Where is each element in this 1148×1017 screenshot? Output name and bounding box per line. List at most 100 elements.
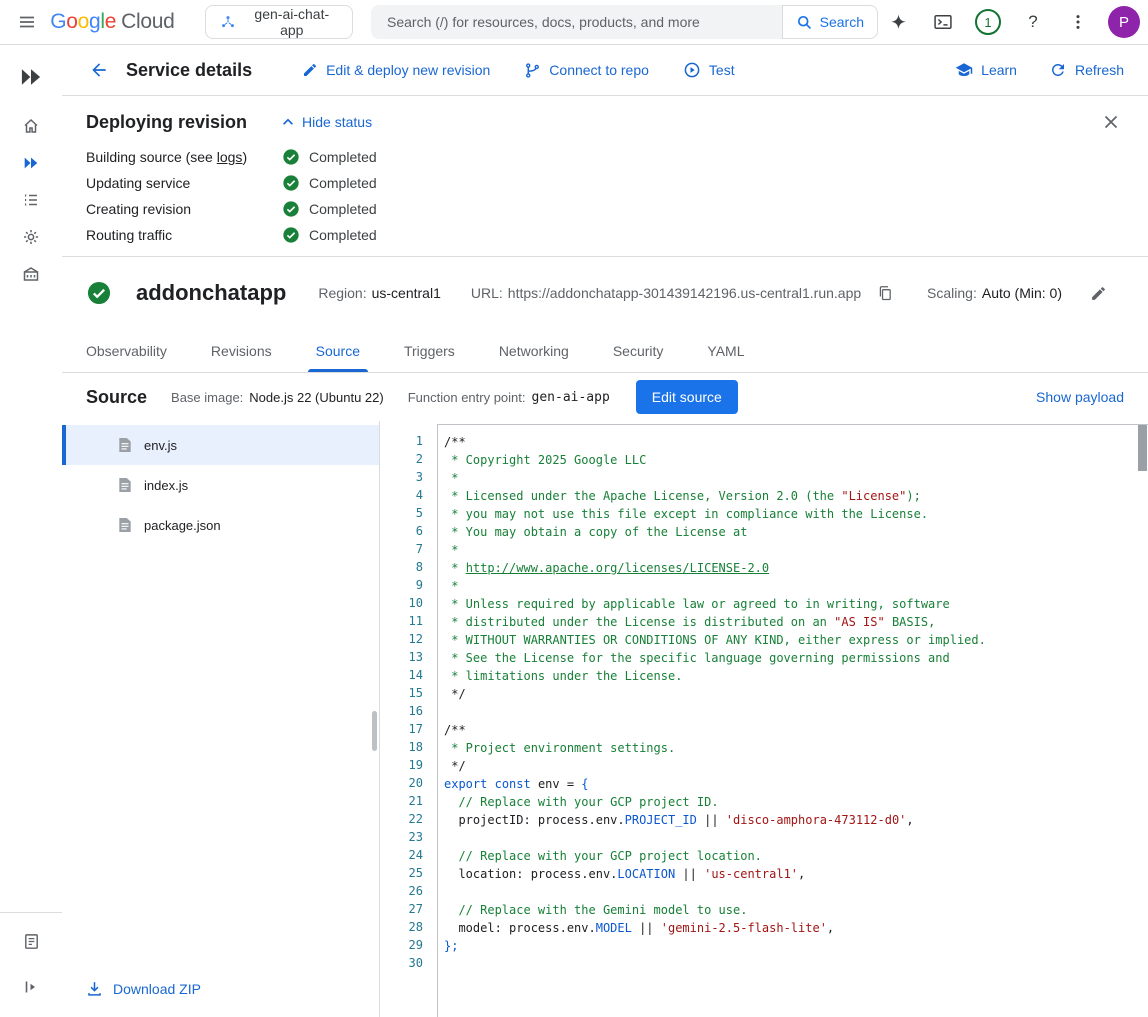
show-payload-link[interactable]: Show payload	[1036, 389, 1124, 405]
file-name: index.js	[144, 478, 188, 493]
edit-source-button[interactable]: Edit source	[636, 380, 738, 414]
google-logo-wordmark: Google	[50, 10, 116, 34]
action-label: Learn	[981, 62, 1017, 78]
cloud-run-logo-icon	[18, 55, 44, 99]
close-panel-button[interactable]	[1098, 109, 1124, 135]
code-line: *	[444, 469, 1148, 487]
tab-triggers[interactable]: Triggers	[396, 329, 463, 372]
edit-scaling-button[interactable]	[1084, 279, 1112, 307]
file-env.js[interactable]: env.js	[62, 425, 379, 465]
code-line: * See the License for the specific langu…	[444, 649, 1148, 667]
project-selector[interactable]: gen-ai-chat-app	[205, 5, 353, 39]
topbar-right: 1 ? P	[878, 2, 1140, 42]
action-label: Edit & deploy new revision	[326, 62, 490, 78]
project-icon	[220, 14, 236, 30]
google-cloud-logo[interactable]: Google Cloud	[50, 10, 174, 34]
cloud-shell-button[interactable]	[923, 2, 963, 42]
rail-organization-button[interactable]	[12, 255, 50, 292]
action-refresh[interactable]: Refresh	[1049, 61, 1124, 79]
deploy-step-label: Updating service	[86, 175, 282, 191]
service-region: Region: us-central1	[318, 285, 441, 301]
tab-networking[interactable]: Networking	[491, 329, 577, 372]
code-line: export const env = {	[444, 775, 1148, 793]
search-bar: Search	[371, 5, 878, 39]
rail-cloud-run-button[interactable]	[12, 144, 50, 181]
code-line	[444, 883, 1148, 901]
deploy-step-label: Routing traffic	[86, 227, 282, 243]
action-play[interactable]: Test	[683, 61, 735, 79]
tab-observability[interactable]: Observability	[78, 329, 175, 372]
code-line: * Project environment settings.	[444, 739, 1148, 757]
file-package.json[interactable]: package.json	[62, 505, 379, 545]
logs-link[interactable]: logs	[217, 149, 243, 165]
check-circle-icon	[282, 226, 300, 244]
page-title: Service details	[126, 60, 252, 81]
code-line: /**	[444, 433, 1148, 451]
release-notes-icon	[22, 932, 41, 951]
file-icon	[118, 437, 132, 453]
hide-status-label: Hide status	[302, 114, 372, 130]
cloud-logo-text: Cloud	[121, 10, 174, 34]
rail-services-button[interactable]	[12, 218, 50, 255]
editor-scrollbar[interactable]	[1138, 425, 1147, 471]
download-zip-button[interactable]: Download ZIP	[62, 964, 379, 1017]
code-line: * WITHOUT WARRANTIES OR CONDITIONS OF AN…	[444, 631, 1148, 649]
rail-bottom-group	[0, 912, 62, 1017]
rail-home-button[interactable]	[12, 107, 50, 144]
base-image: Base image: Node.js 22 (Ubuntu 22)	[171, 390, 384, 405]
main-content: Service details Edit & deploy new revisi…	[62, 45, 1148, 1017]
menu-icon	[18, 13, 36, 31]
status-text: Completed	[309, 149, 377, 165]
chevron-up-icon	[281, 115, 295, 129]
search-button[interactable]: Search	[782, 5, 878, 39]
service-summary: addonchatapp Region: us-central1 URL: ht…	[62, 257, 1148, 329]
code-line: // Replace with your GCP project ID.	[444, 793, 1148, 811]
repo-icon	[524, 62, 541, 79]
notification-badge-button[interactable]: 1	[968, 2, 1008, 42]
service-scaling: Scaling: Auto (Min: 0)	[927, 285, 1062, 301]
tab-security[interactable]: Security	[605, 329, 672, 372]
file-name: package.json	[144, 518, 221, 533]
editor-code[interactable]: /** * Copyright 2025 Google LLC * * Lice…	[437, 424, 1148, 1017]
gemini-sparkle-icon	[889, 13, 908, 32]
rail-expand-button[interactable]	[12, 968, 50, 1005]
service-url-value[interactable]: https://addonchatapp-301439142196.us-cen…	[508, 285, 861, 301]
menu-button[interactable]	[8, 2, 46, 42]
tab-yaml[interactable]: YAML	[699, 329, 752, 372]
code-line: */	[444, 685, 1148, 703]
deploy-step-status: Completed	[282, 174, 377, 192]
help-button[interactable]: ?	[1013, 2, 1053, 42]
file-index.js[interactable]: index.js	[62, 465, 379, 505]
tab-source[interactable]: Source	[308, 329, 368, 372]
account-avatar[interactable]: P	[1103, 6, 1140, 38]
action-learn[interactable]: Learn	[955, 61, 1017, 79]
code-line: * Licensed under the Apache License, Ver…	[444, 487, 1148, 505]
copy-url-button[interactable]	[872, 280, 898, 306]
hide-status-button[interactable]: Hide status	[281, 114, 372, 130]
action-edit[interactable]: Edit & deploy new revision	[302, 62, 490, 78]
gemini-button[interactable]	[878, 2, 918, 42]
cloud-run-icon	[22, 154, 40, 172]
rail-release-notes-button[interactable]	[12, 923, 50, 960]
action-label: Refresh	[1075, 62, 1124, 78]
back-button[interactable]	[86, 57, 112, 83]
deploy-status-panel: Deploying revision Hide status Building …	[62, 96, 1148, 256]
more-options-button[interactable]	[1058, 2, 1098, 42]
rail-list-button[interactable]	[12, 181, 50, 218]
file-icon	[118, 517, 132, 533]
back-arrow-icon	[89, 60, 109, 80]
service-status-check-icon	[86, 280, 112, 306]
action-repo[interactable]: Connect to repo	[524, 62, 649, 79]
service-name: addonchatapp	[136, 280, 286, 306]
download-icon	[86, 980, 103, 997]
check-circle-icon	[282, 200, 300, 218]
search-icon	[796, 14, 813, 31]
tab-revisions[interactable]: Revisions	[203, 329, 280, 372]
filetree-scrollbar[interactable]	[372, 711, 377, 751]
close-icon	[1101, 112, 1121, 132]
search-input[interactable]	[371, 5, 782, 39]
source-content: env.jsindex.jspackage.json Download ZIP …	[62, 421, 1148, 1017]
code-line: location: process.env.LOCATION || 'us-ce…	[444, 865, 1148, 883]
status-text: Completed	[309, 175, 377, 191]
file-tree-panel: env.js index.js package.json Download ZIP	[62, 421, 380, 1017]
